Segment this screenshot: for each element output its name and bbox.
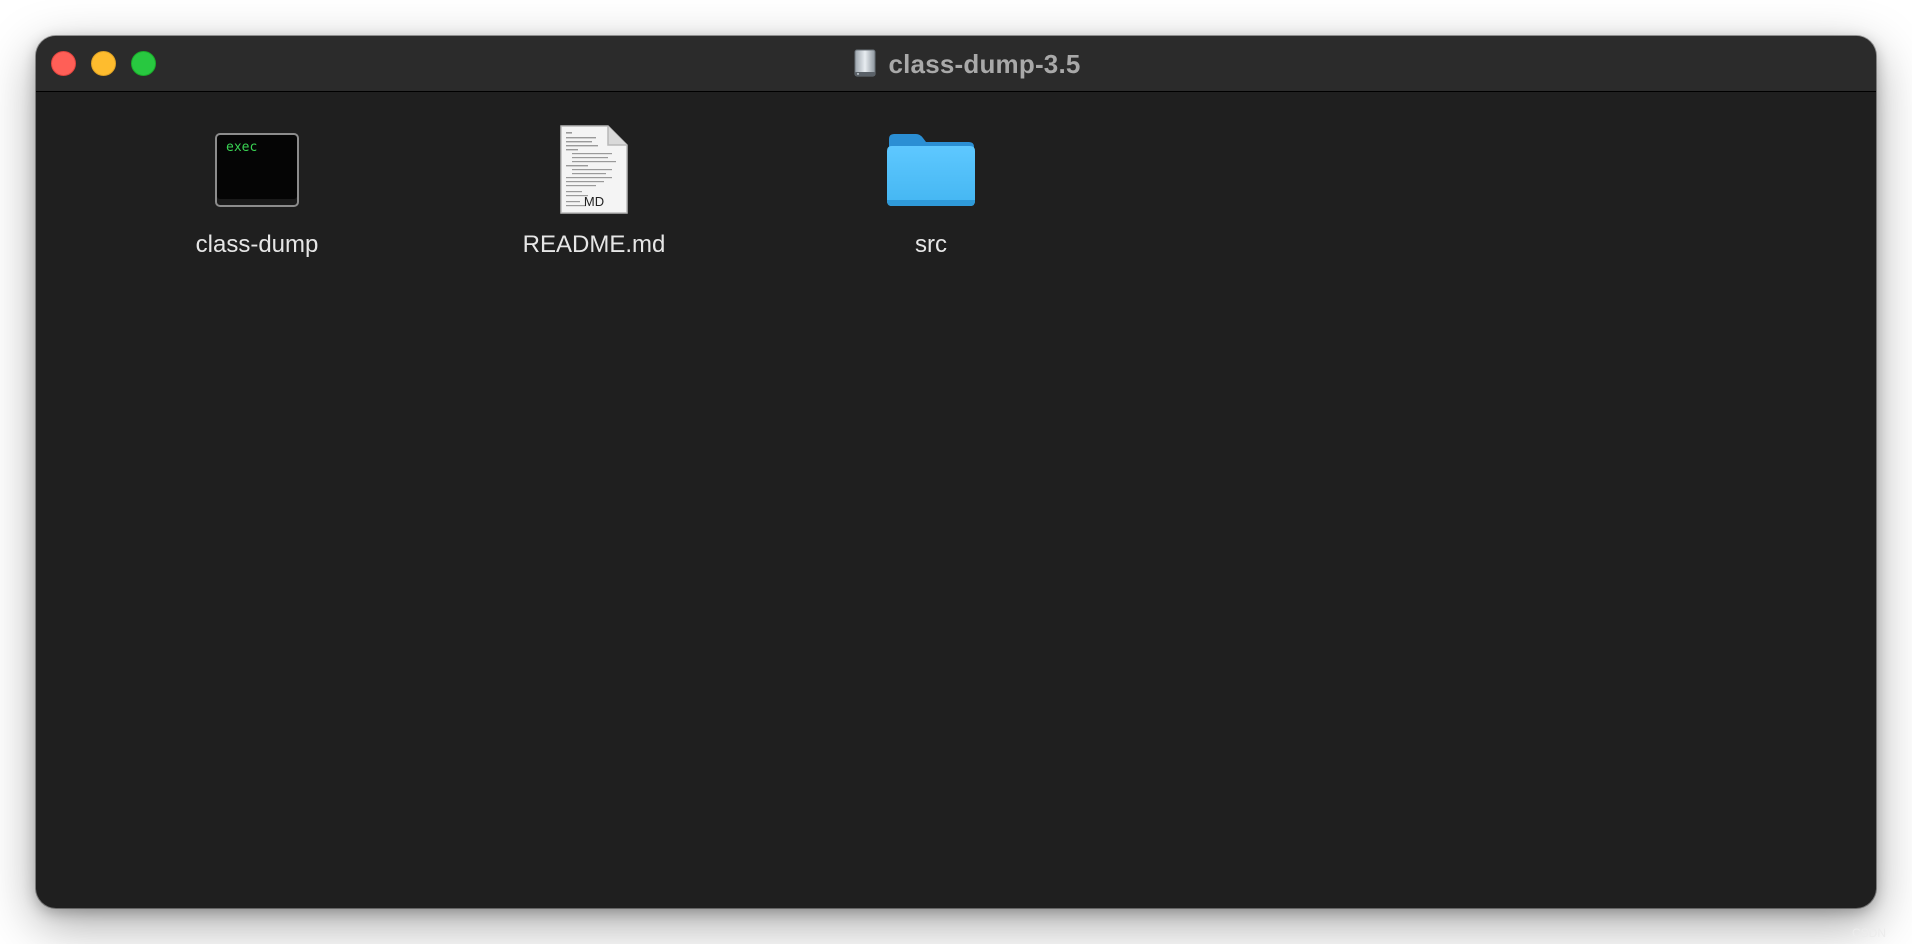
- file-item-readme[interactable]: MD README.md: [484, 92, 704, 272]
- window-title: class-dump-3.5: [851, 49, 1080, 80]
- file-item-src[interactable]: src: [821, 92, 1041, 272]
- folder-icon: [887, 134, 975, 206]
- minimize-button[interactable]: [91, 51, 116, 76]
- exec-icon-text: exec: [226, 140, 258, 155]
- markdown-icon-text: MD: [584, 194, 604, 209]
- file-name-label: src: [915, 231, 947, 258]
- file-item-class-dump[interactable]: exec class-dump: [147, 92, 367, 272]
- finder-window: class-dump-3.5 exec class-dump MD README…: [36, 36, 1876, 908]
- markdown-document-icon: MD: [560, 125, 628, 214]
- desktop-backdrop: class-dump-3.5 exec class-dump MD README…: [0, 0, 1912, 944]
- disk-icon: [854, 49, 876, 77]
- file-browser-content[interactable]: exec class-dump MD README.md src: [36, 92, 1876, 908]
- window-title-text: class-dump-3.5: [888, 48, 1081, 79]
- file-name-label: README.md: [522, 231, 666, 258]
- close-button[interactable]: [51, 51, 76, 76]
- terminal-exec-icon: exec: [215, 133, 299, 207]
- title-bar[interactable]: class-dump-3.5: [36, 36, 1876, 92]
- watermark: CSDN: [1851, 926, 1886, 940]
- file-name-label: class-dump: [195, 231, 319, 258]
- zoom-button[interactable]: [131, 51, 156, 76]
